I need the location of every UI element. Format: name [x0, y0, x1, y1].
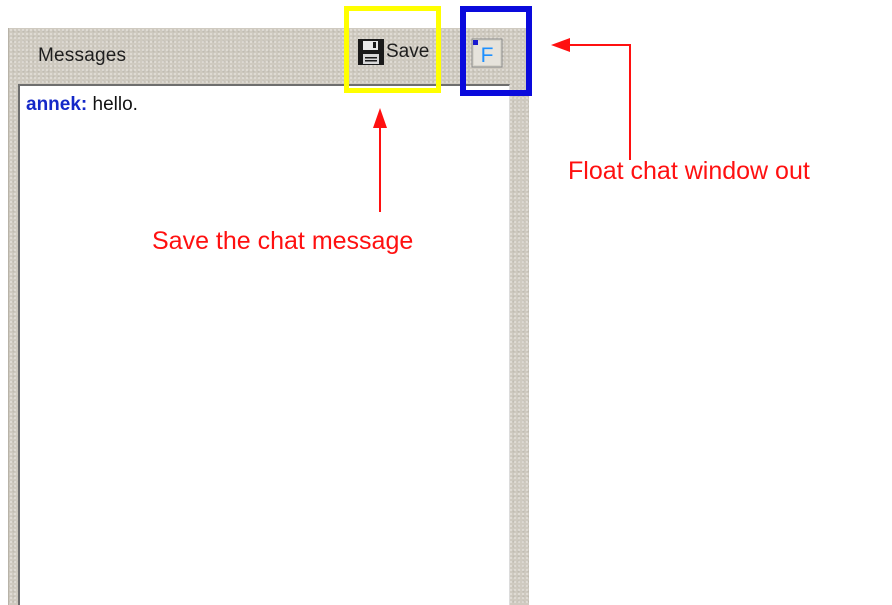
float-window-button[interactable]: F	[470, 37, 504, 69]
panel-title: Messages	[38, 45, 127, 66]
message-area[interactable]: annek: hello.	[18, 84, 510, 605]
float-letter: F	[481, 44, 494, 67]
float-window-icon: F	[471, 38, 503, 68]
save-button-label: Save	[386, 41, 430, 62]
floppy-disk-icon	[358, 39, 384, 65]
message-sender: annek:	[26, 94, 88, 115]
message-item: annek: hello.	[26, 94, 138, 116]
float-annotation-text: Float chat window out	[568, 157, 810, 185]
message-text: hello.	[92, 94, 138, 115]
save-button[interactable]: Save	[352, 35, 446, 69]
float-annotation-arrow	[551, 38, 631, 160]
save-annotation-text: Save the chat message	[152, 227, 414, 255]
